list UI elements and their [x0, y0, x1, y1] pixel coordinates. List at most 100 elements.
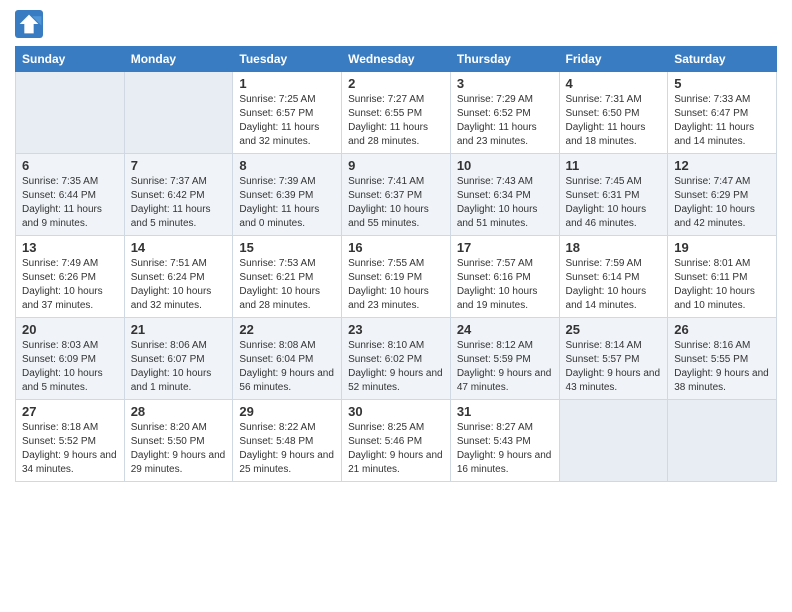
day-cell: 17 Sunrise: 7:57 AM Sunset: 6:16 PM Dayli…: [450, 236, 559, 318]
week-row-3: 20Sunrise: 8:03 AM Sunset: 6:09 PM Dayli…: [16, 318, 777, 400]
day-number: 11: [566, 158, 662, 173]
day-number: 20: [22, 322, 118, 337]
day-cell: 7 Sunrise: 7:37 AM Sunset: 6:42 PM Daylig…: [124, 154, 233, 236]
day-info: Sunrise: 7:37 AM Sunset: 6:42 PM Dayligh…: [131, 175, 227, 231]
day-cell: 9Sunrise: 7:41 AM Sunset: 6:37 PM Daylig…: [342, 154, 451, 236]
week-row-1: 6 Sunrise: 7:35 AM Sunset: 6:44 PM Daylig…: [16, 154, 777, 236]
calendar-table: SundayMondayTuesdayWednesdayThursdayFrid…: [15, 46, 777, 482]
header-cell-thursday: Thursday: [450, 47, 559, 72]
day-number: 13: [22, 240, 118, 255]
week-row-4: 27 Sunrise: 8:18 AM Sunset: 5:52 PM Dayli…: [16, 400, 777, 482]
calendar-body: 1 Sunrise: 7:25 AM Sunset: 6:57 PM Daylig…: [16, 72, 777, 482]
day-number: 10: [457, 158, 553, 173]
day-info: Sunrise: 7:35 AM Sunset: 6:44 PM Dayligh…: [22, 175, 118, 231]
day-cell: 26 Sunrise: 8:16 AM Sunset: 5:55 PM Dayli…: [668, 318, 777, 400]
day-number: 5: [674, 76, 770, 91]
day-info: Sunrise: 7:51 AM Sunset: 6:24 PM Dayligh…: [131, 257, 227, 313]
day-number: 16: [348, 240, 444, 255]
header: [15, 10, 777, 38]
day-info: Sunrise: 7:47 AM Sunset: 6:29 PM Dayligh…: [674, 175, 770, 231]
day-info: Sunrise: 7:29 AM Sunset: 6:52 PM Dayligh…: [457, 93, 553, 149]
calendar-header: SundayMondayTuesdayWednesdayThursdayFrid…: [16, 47, 777, 72]
day-cell: 19 Sunrise: 8:01 AM Sunset: 6:11 PM Dayli…: [668, 236, 777, 318]
day-cell: 16 Sunrise: 7:55 AM Sunset: 6:19 PM Dayli…: [342, 236, 451, 318]
day-number: 29: [239, 404, 335, 419]
day-info: Sunrise: 7:31 AM Sunset: 6:50 PM Dayligh…: [566, 93, 662, 149]
day-cell: 6 Sunrise: 7:35 AM Sunset: 6:44 PM Daylig…: [16, 154, 125, 236]
day-number: 28: [131, 404, 227, 419]
day-number: 12: [674, 158, 770, 173]
day-cell: 23 Sunrise: 8:10 AM Sunset: 6:02 PM Dayli…: [342, 318, 451, 400]
day-number: 21: [131, 322, 227, 337]
day-cell: 18 Sunrise: 7:59 AM Sunset: 6:14 PM Dayli…: [559, 236, 668, 318]
day-info: Sunrise: 7:57 AM Sunset: 6:16 PM Dayligh…: [457, 257, 553, 313]
day-number: 31: [457, 404, 553, 419]
day-number: 18: [566, 240, 662, 255]
day-number: 19: [674, 240, 770, 255]
day-number: 4: [566, 76, 662, 91]
day-info: Sunrise: 8:12 AM Sunset: 5:59 PM Dayligh…: [457, 339, 553, 395]
day-cell: 21 Sunrise: 8:06 AM Sunset: 6:07 PM Dayli…: [124, 318, 233, 400]
day-number: 17: [457, 240, 553, 255]
calendar-container: SundayMondayTuesdayWednesdayThursdayFrid…: [0, 0, 792, 497]
day-info: Sunrise: 8:18 AM Sunset: 5:52 PM Dayligh…: [22, 421, 118, 477]
day-cell: 25 Sunrise: 8:14 AM Sunset: 5:57 PM Dayli…: [559, 318, 668, 400]
week-row-2: 13 Sunrise: 7:49 AM Sunset: 6:26 PM Dayli…: [16, 236, 777, 318]
day-number: 3: [457, 76, 553, 91]
day-number: 1: [239, 76, 335, 91]
day-info: Sunrise: 8:16 AM Sunset: 5:55 PM Dayligh…: [674, 339, 770, 395]
day-cell: 14 Sunrise: 7:51 AM Sunset: 6:24 PM Dayli…: [124, 236, 233, 318]
header-cell-sunday: Sunday: [16, 47, 125, 72]
day-number: 23: [348, 322, 444, 337]
day-info: Sunrise: 8:14 AM Sunset: 5:57 PM Dayligh…: [566, 339, 662, 395]
day-info: Sunrise: 8:08 AM Sunset: 6:04 PM Dayligh…: [239, 339, 335, 395]
day-cell: 29Sunrise: 8:22 AM Sunset: 5:48 PM Dayli…: [233, 400, 342, 482]
day-number: 2: [348, 76, 444, 91]
day-number: 24: [457, 322, 553, 337]
day-info: Sunrise: 7:43 AM Sunset: 6:34 PM Dayligh…: [457, 175, 553, 231]
day-cell: 5Sunrise: 7:33 AM Sunset: 6:47 PM Daylig…: [668, 72, 777, 154]
day-info: Sunrise: 7:55 AM Sunset: 6:19 PM Dayligh…: [348, 257, 444, 313]
day-cell: 22 Sunrise: 8:08 AM Sunset: 6:04 PM Dayli…: [233, 318, 342, 400]
header-cell-friday: Friday: [559, 47, 668, 72]
day-info: Sunrise: 7:59 AM Sunset: 6:14 PM Dayligh…: [566, 257, 662, 313]
header-cell-wednesday: Wednesday: [342, 47, 451, 72]
day-info: Sunrise: 8:27 AM Sunset: 5:43 PM Dayligh…: [457, 421, 553, 477]
day-number: 15: [239, 240, 335, 255]
day-cell: 31 Sunrise: 8:27 AM Sunset: 5:43 PM Dayli…: [450, 400, 559, 482]
day-info: Sunrise: 7:53 AM Sunset: 6:21 PM Dayligh…: [239, 257, 335, 313]
day-info: Sunrise: 8:01 AM Sunset: 6:11 PM Dayligh…: [674, 257, 770, 313]
day-cell: 24 Sunrise: 8:12 AM Sunset: 5:59 PM Dayli…: [450, 318, 559, 400]
day-cell: 15 Sunrise: 7:53 AM Sunset: 6:21 PM Dayli…: [233, 236, 342, 318]
week-row-0: 1 Sunrise: 7:25 AM Sunset: 6:57 PM Daylig…: [16, 72, 777, 154]
day-info: Sunrise: 8:25 AM Sunset: 5:46 PM Dayligh…: [348, 421, 444, 477]
day-number: 8: [239, 158, 335, 173]
day-number: 26: [674, 322, 770, 337]
day-number: 14: [131, 240, 227, 255]
day-number: 22: [239, 322, 335, 337]
logo-icon: [15, 10, 43, 38]
day-info: Sunrise: 8:10 AM Sunset: 6:02 PM Dayligh…: [348, 339, 444, 395]
day-info: Sunrise: 7:25 AM Sunset: 6:57 PM Dayligh…: [239, 93, 335, 149]
day-cell: [16, 72, 125, 154]
day-cell: [124, 72, 233, 154]
day-cell: 20Sunrise: 8:03 AM Sunset: 6:09 PM Dayli…: [16, 318, 125, 400]
header-cell-tuesday: Tuesday: [233, 47, 342, 72]
day-cell: 12 Sunrise: 7:47 AM Sunset: 6:29 PM Dayli…: [668, 154, 777, 236]
day-number: 27: [22, 404, 118, 419]
day-info: Sunrise: 7:49 AM Sunset: 6:26 PM Dayligh…: [22, 257, 118, 313]
day-number: 25: [566, 322, 662, 337]
day-number: 30: [348, 404, 444, 419]
day-info: Sunrise: 7:45 AM Sunset: 6:31 PM Dayligh…: [566, 175, 662, 231]
day-info: Sunrise: 7:41 AM Sunset: 6:37 PM Dayligh…: [348, 175, 444, 231]
day-cell: 30 Sunrise: 8:25 AM Sunset: 5:46 PM Dayli…: [342, 400, 451, 482]
day-info: Sunrise: 8:06 AM Sunset: 6:07 PM Dayligh…: [131, 339, 227, 395]
header-cell-saturday: Saturday: [668, 47, 777, 72]
day-cell: 28Sunrise: 8:20 AM Sunset: 5:50 PM Dayli…: [124, 400, 233, 482]
day-cell: 13 Sunrise: 7:49 AM Sunset: 6:26 PM Dayli…: [16, 236, 125, 318]
day-number: 6: [22, 158, 118, 173]
day-cell: 11 Sunrise: 7:45 AM Sunset: 6:31 PM Dayli…: [559, 154, 668, 236]
day-cell: 10 Sunrise: 7:43 AM Sunset: 6:34 PM Dayli…: [450, 154, 559, 236]
day-number: 7: [131, 158, 227, 173]
header-cell-monday: Monday: [124, 47, 233, 72]
